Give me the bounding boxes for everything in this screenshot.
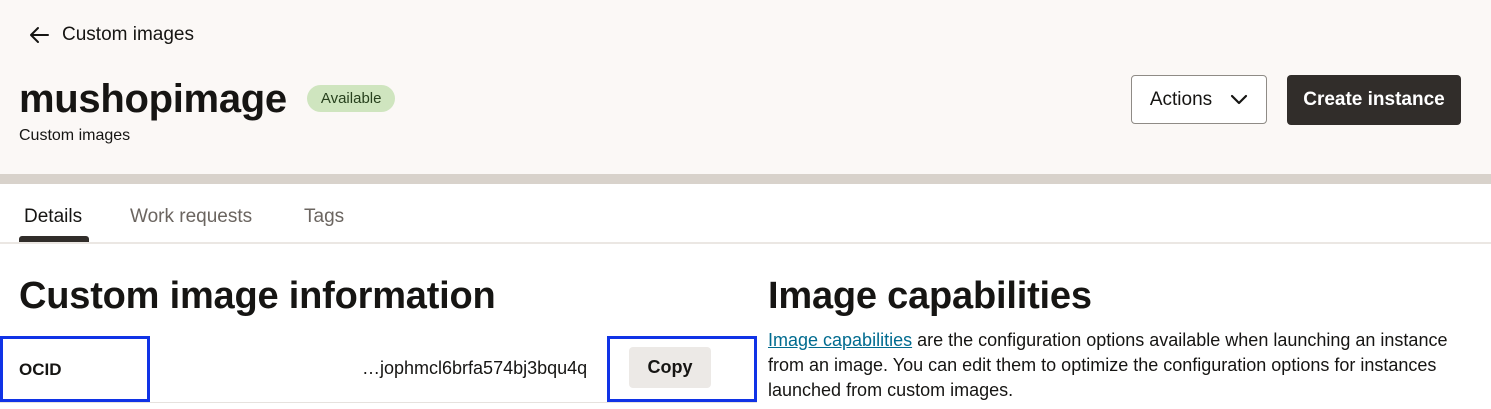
ocid-row: OCID …jophmcl6brfa574bj3bqu4q Copy — [0, 336, 757, 403]
image-capabilities-link[interactable]: Image capabilities — [768, 330, 912, 350]
ocid-label: OCID — [19, 360, 62, 379]
ocid-value: …jophmcl6brfa574bj3bqu4q — [362, 358, 588, 378]
copy-ocid-button[interactable]: Copy — [629, 347, 711, 388]
tab-bar: Details Work requests Tags — [0, 184, 1491, 244]
active-tab-indicator — [19, 236, 89, 242]
tab-work-requests[interactable]: Work requests — [130, 206, 252, 228]
chevron-down-icon — [1230, 94, 1248, 106]
tab-tags[interactable]: Tags — [304, 206, 344, 228]
actions-button[interactable]: Actions — [1131, 75, 1267, 124]
image-capabilities-description: Image capabilities are the configuration… — [768, 328, 1458, 403]
back-to-custom-images-link[interactable]: Custom images — [28, 22, 194, 48]
back-link-label: Custom images — [62, 24, 194, 45]
header-divider — [0, 174, 1491, 184]
arrow-left-icon — [28, 24, 50, 46]
page-subtitle: Custom images — [19, 127, 131, 144]
status-badge: Available — [306, 84, 396, 112]
image-capabilities-heading: Image capabilities — [768, 275, 1092, 317]
create-instance-button[interactable]: Create instance — [1287, 75, 1461, 125]
custom-image-information-heading: Custom image information — [19, 275, 496, 317]
actions-button-label: Actions — [1149, 88, 1213, 110]
tab-details[interactable]: Details — [24, 206, 82, 228]
title-row: mushopimage Available — [19, 76, 396, 122]
page-title: mushopimage — [19, 77, 287, 121]
